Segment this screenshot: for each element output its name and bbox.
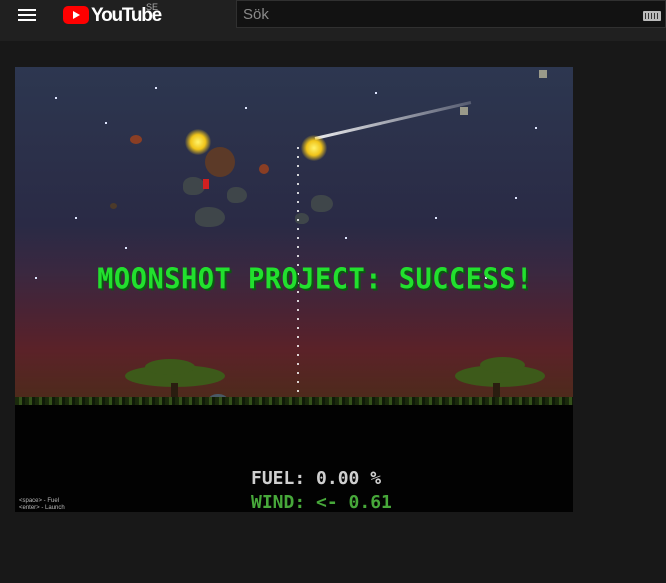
search-box bbox=[236, 0, 666, 28]
star bbox=[375, 92, 377, 94]
search-input[interactable] bbox=[243, 4, 633, 24]
satellite bbox=[539, 70, 547, 78]
asteroid bbox=[195, 207, 225, 227]
youtube-play-icon bbox=[63, 6, 89, 24]
game-sky bbox=[15, 67, 573, 397]
star bbox=[515, 197, 517, 199]
controls-hint-launch: <enter> - Launch bbox=[19, 505, 65, 511]
success-headline: MOONSHOT PROJECT: SUCCESS! bbox=[97, 263, 533, 296]
video-player[interactable]: MOONSHOT PROJECT: SUCCESS! FUEL: 0.00 % … bbox=[15, 67, 573, 512]
asteroid bbox=[259, 164, 269, 174]
star bbox=[105, 122, 107, 124]
menu-icon[interactable] bbox=[12, 4, 42, 26]
fuel-readout: FUEL: 0.00 % bbox=[251, 468, 382, 489]
asteroid bbox=[205, 147, 235, 177]
asteroid bbox=[110, 203, 117, 209]
star bbox=[435, 217, 437, 219]
masthead: YouTube SE bbox=[0, 0, 666, 41]
star bbox=[125, 247, 127, 249]
asteroid bbox=[227, 187, 247, 203]
star bbox=[345, 237, 347, 239]
star bbox=[75, 217, 77, 219]
keyboard-icon[interactable] bbox=[643, 11, 661, 21]
controls-hint-fuel: <space> - Fuel bbox=[19, 498, 60, 504]
satellite bbox=[460, 107, 468, 115]
country-code: SE bbox=[146, 2, 159, 12]
asteroid bbox=[183, 177, 205, 195]
star bbox=[55, 97, 57, 99]
asteroid bbox=[130, 135, 142, 144]
rocket bbox=[203, 179, 209, 189]
explosion bbox=[301, 135, 327, 161]
explosion bbox=[185, 129, 211, 155]
star bbox=[245, 107, 247, 109]
asteroid bbox=[311, 195, 333, 212]
star bbox=[535, 127, 537, 129]
wind-readout: WIND: <- 0.61 bbox=[251, 492, 392, 512]
star bbox=[155, 87, 157, 89]
youtube-logo[interactable]: YouTube SE bbox=[63, 2, 163, 27]
